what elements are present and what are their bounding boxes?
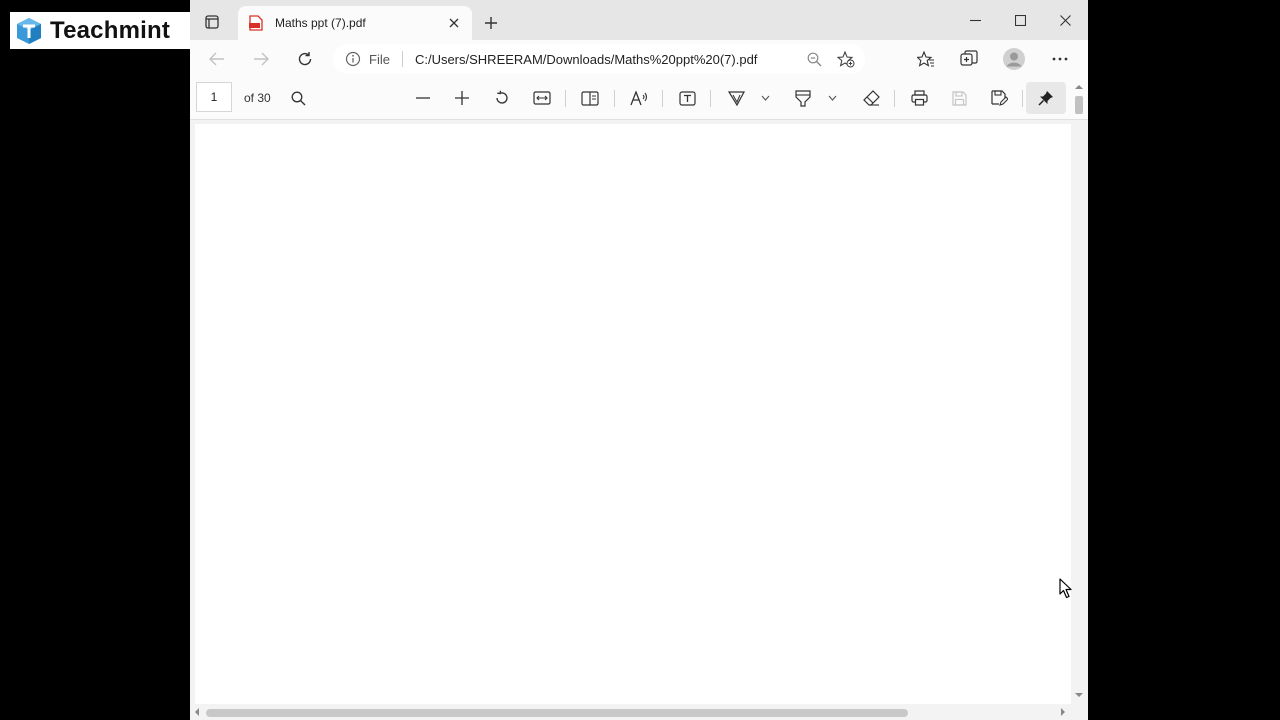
minus-icon	[416, 97, 430, 99]
maximize-button[interactable]	[1005, 8, 1035, 32]
pdf-document-area	[190, 120, 1088, 720]
save-as-icon[interactable]	[987, 87, 1011, 109]
address-url[interactable]: C:/Users/SHREERAM/Downloads/Maths%20ppt%…	[415, 52, 801, 67]
vertical-scrollbar[interactable]	[1072, 82, 1086, 702]
save-icon[interactable]	[947, 87, 971, 109]
highlight-options-chevron-icon[interactable]	[825, 87, 839, 109]
toolbar-divider	[565, 90, 566, 107]
teachmint-cube-icon	[17, 17, 41, 44]
minimize-button[interactable]	[960, 8, 990, 32]
zoom-out-button[interactable]	[411, 87, 435, 109]
favorites-icon	[917, 50, 934, 67]
zoom-in-button[interactable]	[450, 87, 474, 109]
scroll-up-icon[interactable]	[1075, 84, 1083, 90]
search-icon[interactable]	[286, 87, 310, 109]
page-count: of 30	[244, 91, 271, 105]
read-aloud-icon[interactable]	[627, 87, 651, 109]
print-icon[interactable]	[907, 87, 931, 109]
horizontal-scroll-thumb[interactable]	[206, 709, 908, 717]
toolbar-divider	[662, 90, 663, 107]
browser-window: Maths ppt (7).pdf File C:/Users/SHREERAM…	[190, 0, 1088, 720]
arrow-left-icon	[209, 52, 224, 66]
collections-button[interactable]	[955, 47, 983, 71]
pdf-page[interactable]	[195, 124, 1071, 704]
address-bar[interactable]: File C:/Users/SHREERAM/Downloads/Maths%2…	[333, 44, 865, 74]
draw-icon[interactable]	[724, 87, 748, 109]
refresh-button[interactable]	[292, 47, 318, 71]
close-tab-icon[interactable]	[442, 11, 466, 35]
info-icon[interactable]	[345, 51, 361, 67]
close-icon	[1059, 14, 1071, 26]
pdf-toolbar: 1 of 30	[190, 78, 1088, 120]
rotate-icon[interactable]	[490, 87, 514, 109]
tab-title: Maths ppt (7).pdf	[275, 16, 366, 30]
plus-icon	[485, 17, 497, 29]
back-button[interactable]	[204, 47, 230, 71]
brand-name: Teachmint	[50, 16, 171, 44]
pin-icon	[1038, 91, 1053, 106]
close-window-button[interactable]	[1050, 8, 1080, 32]
maximize-icon	[1014, 14, 1026, 26]
page-view-icon[interactable]	[578, 87, 602, 109]
profile-button[interactable]	[1000, 47, 1028, 71]
forward-button[interactable]	[248, 47, 274, 71]
highlight-icon[interactable]	[791, 87, 815, 109]
more-icon	[1052, 57, 1068, 61]
pdf-file-icon	[248, 15, 264, 31]
scroll-left-icon[interactable]	[194, 708, 200, 716]
address-separator	[401, 51, 403, 67]
avatar	[1003, 48, 1025, 70]
favorites-button[interactable]	[912, 47, 940, 71]
toolbar-divider	[1022, 90, 1023, 107]
scroll-down-icon[interactable]	[1075, 692, 1083, 698]
arrow-right-icon	[254, 52, 269, 66]
horizontal-scrollbar[interactable]	[190, 704, 1072, 720]
vertical-scroll-thumb[interactable]	[1075, 96, 1083, 114]
more-options-button[interactable]	[1046, 47, 1074, 71]
collections-icon	[960, 50, 978, 66]
add-text-icon[interactable]	[675, 87, 699, 109]
pin-toolbar-button[interactable]	[1026, 82, 1066, 114]
toolbar-divider	[614, 90, 615, 107]
tab-actions-icon[interactable]	[202, 12, 222, 32]
toolbar-divider	[894, 90, 895, 107]
draw-options-chevron-icon[interactable]	[758, 87, 772, 109]
minimize-icon	[969, 19, 981, 21]
mouse-cursor-icon	[1059, 578, 1072, 599]
toolbar-divider	[710, 90, 711, 107]
eraser-icon[interactable]	[859, 87, 883, 109]
zoom-out-icon[interactable]	[801, 47, 827, 71]
address-scheme-label: File	[369, 51, 390, 67]
navigation-bar: File C:/Users/SHREERAM/Downloads/Maths%2…	[190, 40, 1088, 78]
star-plus-icon[interactable]	[833, 47, 859, 71]
tab-strip: Maths ppt (7).pdf	[190, 0, 1088, 40]
fit-width-icon[interactable]	[530, 87, 554, 109]
tab-active[interactable]: Maths ppt (7).pdf	[238, 6, 472, 40]
teachmint-logo: Teachmint	[10, 12, 190, 49]
plus-icon	[455, 91, 469, 105]
scroll-right-icon[interactable]	[1060, 708, 1066, 716]
new-tab-button[interactable]	[480, 12, 502, 34]
refresh-icon	[298, 52, 312, 66]
page-number-input[interactable]: 1	[196, 82, 232, 112]
